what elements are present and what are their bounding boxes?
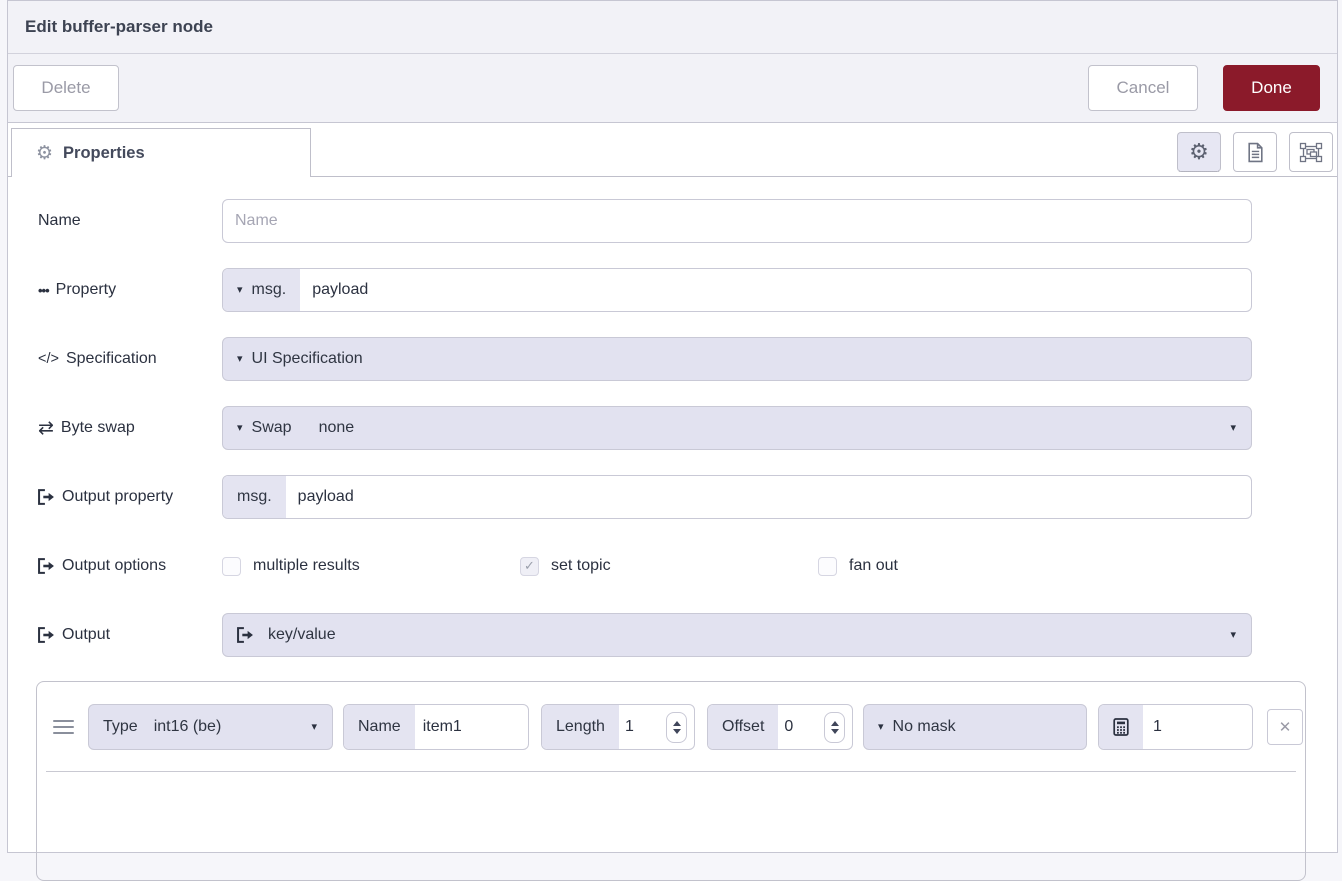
checkbox-icon[interactable]: ✓ — [520, 557, 539, 576]
byte-swap-type-label: Swap — [252, 419, 292, 437]
row-specification: </> Specification ▾ UI Specification — [38, 337, 1337, 381]
item-name-input[interactable] — [415, 705, 528, 749]
row-byte-swap: ⇄ Byte swap ▾ Swap none ▾ — [38, 406, 1337, 450]
item-length-input[interactable] — [619, 705, 653, 749]
row-property: ••• Property ▾ msg. — [38, 268, 1337, 312]
item-length-prefix: Length — [542, 705, 619, 749]
row-output-options: Output options ✓ multiple results ✓ set … — [38, 544, 1337, 588]
item-name-prefix: Name — [344, 705, 415, 749]
output-value: key/value — [268, 626, 336, 644]
output-property-label: Output property — [38, 488, 222, 506]
item-type-value: int16 (be) — [154, 718, 222, 736]
row-output: Output key/value ▾ — [38, 613, 1337, 657]
spinner-up-icon[interactable] — [831, 721, 839, 726]
item-offset-input[interactable] — [778, 705, 808, 749]
property-type-button[interactable]: ▾ msg. — [223, 269, 300, 311]
spinner-down-icon[interactable] — [831, 729, 839, 734]
item-scale-field — [1098, 704, 1253, 750]
item-row: Type int16 (be) ▾ Name Length — [37, 682, 1305, 750]
close-icon: ✕ — [1279, 718, 1292, 736]
checkbox-multiple-results[interactable]: ✓ multiple results — [222, 557, 520, 576]
items-list-container: Type int16 (be) ▾ Name Length — [36, 681, 1306, 881]
calculator-icon — [1113, 718, 1129, 736]
name-label: Name — [38, 212, 222, 230]
tab-properties[interactable]: ⚙ Properties — [11, 128, 311, 177]
items-divider — [46, 771, 1296, 772]
sign-out-icon — [38, 558, 55, 574]
gear-icon: ⚙ — [1189, 141, 1209, 163]
edit-node-dialog: Edit buffer-parser node Delete Cancel Do… — [7, 0, 1338, 853]
item-name-field: Name — [343, 704, 529, 750]
item-mask-select[interactable]: ▾ No mask — [863, 704, 1087, 750]
checkbox-icon[interactable]: ✓ — [222, 557, 241, 576]
output-property-type-label: msg. — [237, 488, 272, 506]
spinner-down-icon[interactable] — [673, 729, 681, 734]
checkbox-fan-out[interactable]: ✓ fan out — [818, 557, 1116, 576]
output-label: Output — [38, 626, 222, 644]
chevron-down-icon: ▾ — [1230, 630, 1251, 641]
output-property-value-input[interactable] — [286, 476, 1251, 518]
remove-item-button[interactable]: ✕ — [1267, 709, 1303, 745]
property-value-input[interactable] — [300, 269, 1251, 311]
done-button[interactable]: Done — [1223, 65, 1320, 111]
properties-form: Name ••• Property ▾ msg. </> — [8, 177, 1337, 657]
byte-swap-select[interactable]: ▾ Swap none ▾ — [222, 406, 1252, 450]
chevron-down-icon: ▾ — [1230, 423, 1251, 434]
tab-properties-label: Properties — [63, 144, 145, 163]
byte-swap-label: ⇄ Byte swap — [38, 417, 222, 440]
output-property-type-button[interactable]: msg. — [223, 476, 286, 518]
specification-label: </> Specification — [38, 350, 222, 368]
dialog-toolbar: Delete Cancel Done — [8, 54, 1337, 123]
delete-button[interactable]: Delete — [13, 65, 119, 111]
sign-out-icon — [237, 627, 254, 643]
sign-out-icon — [38, 627, 55, 643]
property-label: ••• Property — [38, 281, 222, 299]
spinner-up-icon[interactable] — [673, 721, 681, 726]
appearance-icon — [1299, 142, 1323, 163]
cancel-button[interactable]: Cancel — [1088, 65, 1198, 111]
item-scale-prefix — [1099, 705, 1143, 749]
output-select[interactable]: key/value ▾ — [222, 613, 1252, 657]
item-offset-prefix: Offset — [708, 705, 778, 749]
editor-tab-bar: ⚙ Properties ⚙ — [8, 123, 1337, 177]
item-type-label: Type — [103, 718, 138, 736]
dialog-header: Edit buffer-parser node — [8, 1, 1337, 54]
row-output-property: Output property msg. — [38, 475, 1337, 519]
chevron-down-icon: ▾ — [311, 722, 332, 733]
description-tool-button[interactable] — [1233, 132, 1277, 172]
properties-tool-button[interactable]: ⚙ — [1177, 132, 1221, 172]
sign-out-icon — [38, 489, 55, 505]
item-length-field: Length — [541, 704, 695, 750]
chevron-down-icon: ▾ — [878, 722, 884, 733]
item-scale-input[interactable] — [1143, 705, 1252, 749]
checkbox-icon[interactable]: ✓ — [818, 557, 837, 576]
dialog-title: Edit buffer-parser node — [25, 17, 213, 37]
item-type-select[interactable]: Type int16 (be) ▾ — [88, 704, 333, 750]
specification-select[interactable]: ▾ UI Specification — [222, 337, 1252, 381]
document-icon — [1246, 142, 1265, 163]
tab-tools: ⚙ — [1177, 132, 1333, 172]
length-spinner[interactable] — [666, 712, 687, 743]
name-input[interactable] — [223, 200, 1251, 242]
checkbox-set-topic[interactable]: ✓ set topic — [520, 557, 818, 576]
output-options-label: Output options — [38, 557, 222, 575]
drag-handle-icon[interactable] — [53, 720, 74, 735]
byte-swap-value: none — [319, 419, 355, 437]
chevron-down-icon: ▾ — [237, 285, 243, 296]
offset-spinner[interactable] — [824, 712, 845, 743]
code-icon: </> — [38, 351, 59, 367]
specification-value: UI Specification — [252, 350, 363, 368]
chevron-down-icon: ▾ — [237, 354, 243, 365]
gear-icon: ⚙ — [36, 144, 53, 163]
exchange-icon: ⇄ — [38, 417, 54, 440]
row-name: Name — [38, 199, 1337, 243]
chevron-down-icon: ▾ — [237, 423, 243, 434]
item-offset-field: Offset — [707, 704, 853, 750]
item-mask-value: No mask — [893, 718, 956, 736]
ellipsis-icon: ••• — [38, 283, 49, 298]
appearance-tool-button[interactable] — [1289, 132, 1333, 172]
property-type-label: msg. — [252, 281, 287, 299]
